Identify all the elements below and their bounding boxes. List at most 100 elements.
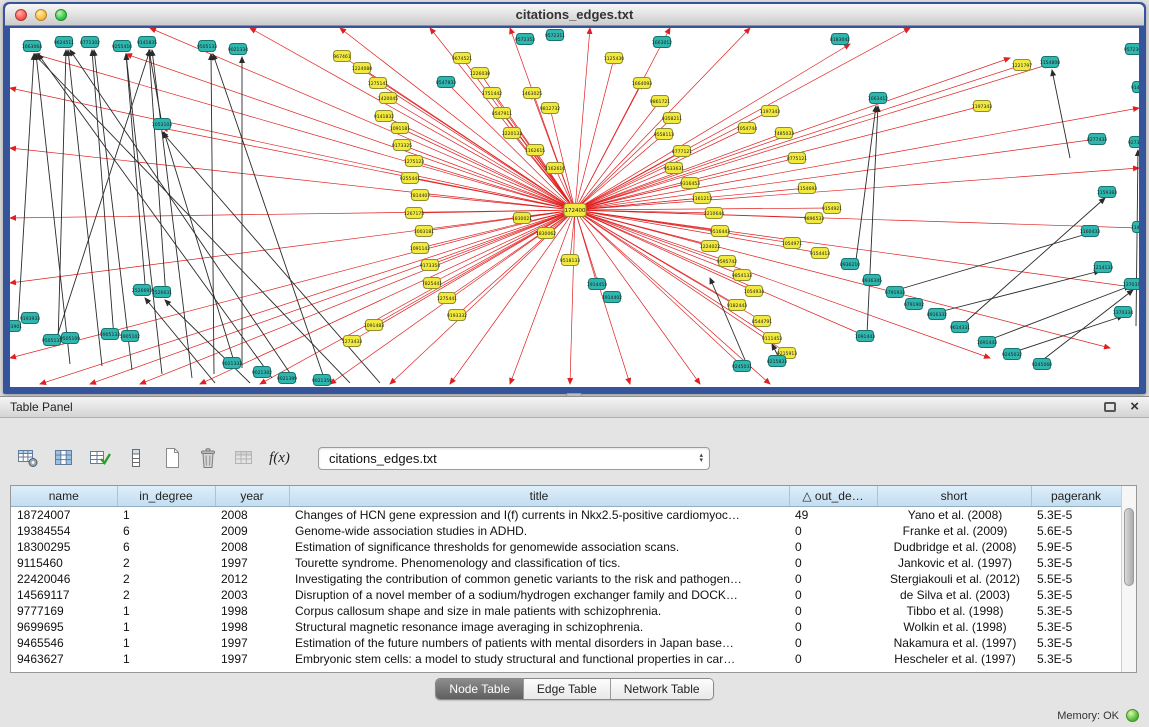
network-node[interactable]: 9572302 — [1124, 44, 1139, 55]
network-edge-black[interactable] — [165, 300, 250, 383]
network-edge-black[interactable] — [38, 54, 272, 378]
table-row[interactable]: 969969511998Structural magnetic resonanc… — [11, 619, 1121, 635]
network-node[interactable]: 1914453 — [587, 279, 608, 290]
network-node[interactable]: 8771302 — [80, 37, 101, 48]
vertical-scrollbar[interactable] — [1121, 486, 1136, 672]
network-node[interactable]: 9154413 — [810, 248, 831, 259]
network-node[interactable]: 1214133 — [1093, 262, 1114, 273]
network-node[interactable]: 1091483 — [364, 320, 385, 331]
network-edge-black[interactable] — [213, 54, 324, 378]
column-header-pagerank[interactable]: pagerank — [1031, 486, 1121, 506]
table-row[interactable]: 1456911722003Disruption of a novel membe… — [11, 587, 1121, 603]
network-node[interactable]: 8183042 — [830, 34, 851, 45]
network-node[interactable]: 8547833 — [436, 77, 457, 88]
network-node[interactable]: 9572311 — [545, 30, 566, 41]
network-node[interactable]: 9358211 — [662, 113, 683, 124]
network-node[interactable]: 1053103 — [152, 119, 173, 130]
network-edge-red[interactable] — [446, 82, 575, 210]
network-node[interactable]: 1224088 — [352, 63, 373, 74]
tab-network-table[interactable]: Network Table — [611, 679, 713, 699]
network-node[interactable]: 9021399 — [277, 373, 298, 384]
network-node[interactable]: 1370312 — [1123, 279, 1139, 290]
network-node[interactable]: 1161213 — [692, 193, 713, 204]
network-node[interactable]: 1162615 — [525, 145, 546, 156]
network-node[interactable]: 9245060 — [1032, 359, 1053, 370]
edit-table-button[interactable] — [86, 445, 113, 471]
column-header-in-degree[interactable]: in_degree — [117, 486, 215, 506]
network-edge-black[interactable] — [1014, 316, 1123, 352]
network-edge-black[interactable] — [897, 233, 1090, 290]
network-node[interactable]: 9245031 — [732, 361, 753, 372]
network-edge-black[interactable] — [939, 271, 1100, 312]
column-header-name[interactable]: name — [11, 486, 117, 506]
network-node[interactable]: 1091142 — [410, 243, 431, 254]
network-node[interactable]: 5905133 — [100, 329, 121, 340]
network-node[interactable]: 1162610 — [545, 163, 566, 174]
column-header-year[interactable]: year — [215, 486, 289, 506]
network-node[interactable]: 9505109 — [60, 333, 81, 344]
network-node[interactable]: 9861721 — [650, 96, 671, 107]
network-node[interactable]: 8547911 — [492, 108, 513, 119]
network-node[interactable]: 9255410 — [112, 41, 133, 52]
network-edge-red[interactable] — [10, 88, 575, 210]
network-node[interactable]: 1267175 — [404, 208, 425, 219]
network-node[interactable]: 1226038 — [470, 68, 491, 79]
table-row[interactable]: 2242004622012Investigating the contribut… — [11, 571, 1121, 587]
network-node[interactable]: 6791933 — [885, 287, 906, 298]
float-panel-icon[interactable] — [1104, 402, 1116, 412]
network-node[interactable]: 1914402 — [602, 292, 623, 303]
network-node[interactable]: 1751442 — [482, 88, 503, 99]
network-edge-red[interactable] — [575, 210, 1139, 288]
network-node[interactable]: 3003181 — [414, 226, 435, 237]
close-panel-icon[interactable]: × — [1130, 402, 1139, 412]
network-node[interactable]: 9173325 — [392, 140, 413, 151]
network-node[interactable]: 8544791 — [752, 316, 773, 327]
network-node[interactable]: 9021334 — [228, 44, 249, 55]
network-node[interactable]: 9518133 — [560, 255, 581, 266]
network-edge-red[interactable] — [414, 210, 575, 213]
network-edge-red[interactable] — [575, 208, 832, 210]
function-builder-button[interactable]: f(x) — [266, 445, 293, 471]
network-node[interactable]: 9505133 — [197, 41, 218, 52]
column-header-title[interactable]: title — [289, 486, 789, 506]
network-node[interactable]: 1275141 — [368, 78, 389, 89]
table-row[interactable]: 977716911998Corpus callosum shape and si… — [11, 603, 1121, 619]
network-edge-black[interactable] — [149, 50, 162, 124]
network-node[interactable]: 1054971 — [782, 238, 803, 249]
network-node[interactable]: 6791902 — [904, 299, 925, 310]
network-edge-black[interactable] — [58, 50, 66, 344]
network-edge-red[interactable] — [575, 83, 642, 210]
table-row[interactable]: 946362711997Embryonic stem cells: a mode… — [11, 651, 1121, 667]
network-edge-red[interactable] — [10, 148, 575, 210]
network-node[interactable]: 9273411 — [1128, 137, 1139, 148]
network-node[interactable]: 9854133 — [732, 270, 753, 281]
column-header-out-degree[interactable]: △ out_de… — [789, 486, 877, 506]
table-row[interactable]: 1830029562008Estimation of significance … — [11, 539, 1121, 555]
network-node[interactable]: 9021350 — [312, 375, 333, 386]
network-node[interactable]: 3220133 — [502, 128, 523, 139]
network-node[interactable]: 1154693 — [797, 183, 818, 194]
network-edge-black[interactable] — [211, 54, 214, 374]
network-edge-red[interactable] — [575, 210, 787, 353]
show-columns-button[interactable] — [50, 445, 77, 471]
network-node[interactable]: 1691443 — [977, 337, 998, 348]
network-node[interactable]: 1143321 — [1131, 222, 1139, 233]
network-node[interactable]: 1830021 — [512, 213, 533, 224]
network-edge-red[interactable] — [575, 210, 700, 384]
network-node[interactable]: 8215833 — [767, 356, 788, 367]
scrollbar-thumb[interactable] — [1124, 508, 1134, 586]
table-settings-button[interactable] — [14, 445, 41, 471]
network-edge-red[interactable] — [34, 54, 575, 210]
network-hub-node[interactable]: 172400 — [564, 204, 586, 217]
network-node[interactable]: 1275441 — [437, 293, 458, 304]
network-node[interactable]: 1154808 — [1040, 57, 1061, 68]
network-node[interactable]: 1275123 — [404, 156, 425, 167]
network-node[interactable]: 1830062 — [536, 228, 557, 239]
network-node[interactable]: 9193332 — [447, 310, 468, 321]
network-node[interactable]: 9111453 — [762, 333, 783, 344]
network-node[interactable]: 9558113 — [654, 129, 675, 140]
network-edge-black[interactable] — [68, 50, 102, 366]
network-edge-red[interactable] — [432, 210, 575, 283]
network-edge-red[interactable] — [575, 210, 814, 218]
column-header-short[interactable]: short — [877, 486, 1031, 506]
